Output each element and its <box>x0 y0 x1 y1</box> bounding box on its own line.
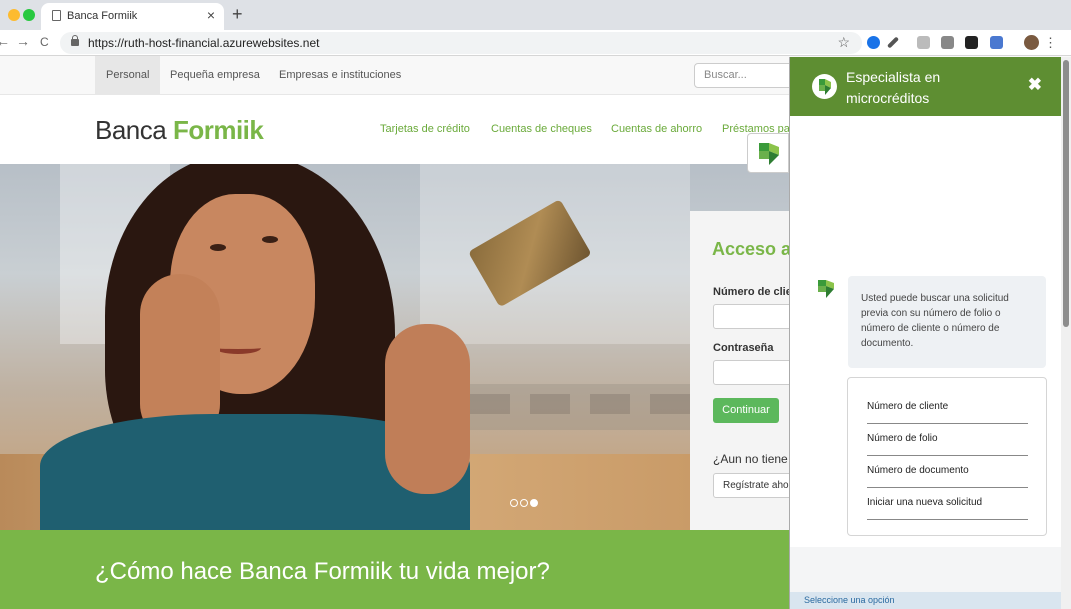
option-numero-cliente[interactable]: Número de cliente <box>867 392 1028 424</box>
profile-avatar[interactable] <box>1024 35 1039 50</box>
carousel-dot-active[interactable] <box>530 499 538 507</box>
segment-personal[interactable]: Personal <box>95 56 161 94</box>
url-bar[interactable]: https://ruth-host-financial.azurewebsite… <box>60 32 862 54</box>
extension-icon[interactable] <box>965 36 978 49</box>
bot-avatar-icon <box>818 280 834 298</box>
nav-cuentas-ahorro[interactable]: Cuentas de ahorro <box>611 123 702 135</box>
extension-icon[interactable] <box>990 36 1003 49</box>
chat-header: Especialista en microcréditos ✖ <box>790 57 1071 116</box>
formiik-logo-icon <box>819 79 831 95</box>
carousel-dot[interactable] <box>510 499 518 507</box>
lock-icon <box>71 35 79 46</box>
forward-button[interactable]: → <box>16 33 30 49</box>
formiik-logo-icon <box>759 143 779 165</box>
site-logo[interactable]: Banca Formiik <box>95 115 264 146</box>
camera-icon[interactable] <box>941 36 954 49</box>
new-tab-button[interactable]: + <box>232 4 243 25</box>
bot-avatar <box>812 74 837 99</box>
option-numero-documento[interactable]: Número de documento <box>867 456 1028 488</box>
eye-decoration <box>262 236 278 243</box>
chat-options: Número de cliente Número de folio Número… <box>847 377 1047 536</box>
tab-title: Banca Formiik <box>67 10 138 22</box>
url-text: https://ruth-host-financial.azurewebsite… <box>88 36 320 50</box>
login-title: Acceso a <box>712 239 792 259</box>
chat-scrollbar[interactable] <box>1061 57 1071 609</box>
bot-message: Usted puede buscar una solicitud previa … <box>848 276 1046 368</box>
chat-launcher-button[interactable] <box>747 133 789 173</box>
extension-icon[interactable] <box>867 36 880 49</box>
chat-panel: Especialista en microcréditos ✖ Usted pu… <box>789 57 1071 609</box>
logo-bold-text: Formiik <box>172 115 264 145</box>
nav-cuentas-cheques[interactable]: Cuentas de cheques <box>491 123 592 135</box>
reload-button[interactable]: C <box>40 35 49 49</box>
extension-icon[interactable] <box>917 36 930 49</box>
bookmark-star-icon[interactable]: ☆ <box>837 34 850 51</box>
segment-empresas[interactable]: Empresas e instituciones <box>279 56 401 94</box>
eyedropper-icon[interactable] <box>886 36 900 49</box>
hero-carousel <box>0 164 790 530</box>
window-maximize-button[interactable] <box>23 9 35 21</box>
nav-tarjetas[interactable]: Tarjetas de crédito <box>380 123 470 135</box>
window-minimize-button[interactable] <box>8 9 20 21</box>
chat-status-bar: Seleccione una opción <box>790 592 1071 609</box>
password-label: Contraseña <box>713 342 774 354</box>
carousel-dot[interactable] <box>520 499 528 507</box>
register-question: ¿Aun no tiene <box>713 452 788 466</box>
logo-light-text: Banca <box>95 115 173 145</box>
option-numero-folio[interactable]: Número de folio <box>867 424 1028 456</box>
option-nueva-solicitud[interactable]: Iniciar una nueva solicitud <box>867 488 1028 520</box>
continue-button[interactable]: Continuar <box>713 398 779 423</box>
browser-tab[interactable]: Banca Formiik × <box>41 3 224 30</box>
client-number-label: Número de clie <box>713 286 792 298</box>
chat-title: Especialista en microcréditos <box>846 69 941 106</box>
back-button[interactable]: ← <box>0 33 10 49</box>
page-icon <box>52 10 61 21</box>
promo-band: ¿Cómo hace Banca Formiik tu vida mejor? <box>0 530 790 609</box>
login-panel: Acceso a Número de clie Contraseña Conti… <box>690 211 803 530</box>
promo-heading: ¿Cómo hace Banca Formiik tu vida mejor? <box>95 558 550 585</box>
eye-decoration <box>210 244 226 251</box>
chat-close-icon[interactable]: ✖ <box>1028 75 1042 95</box>
carousel-indicators <box>510 494 540 512</box>
browser-tab-bar: Banca Formiik × + <box>0 0 1071 30</box>
tab-close-icon[interactable]: × <box>207 7 215 23</box>
segment-pequena-empresa[interactable]: Pequeña empresa <box>170 56 260 94</box>
address-toolbar: ← → C https://ruth-host-financial.azurew… <box>0 30 1071 56</box>
scrollbar-thumb[interactable] <box>1063 60 1069 327</box>
smile-decoration <box>215 342 261 354</box>
chat-input-area <box>790 547 1071 592</box>
arm-decoration <box>385 324 470 494</box>
search-input[interactable]: Buscar... <box>694 63 794 88</box>
kebab-menu-icon[interactable]: ⋮ <box>1044 35 1057 51</box>
